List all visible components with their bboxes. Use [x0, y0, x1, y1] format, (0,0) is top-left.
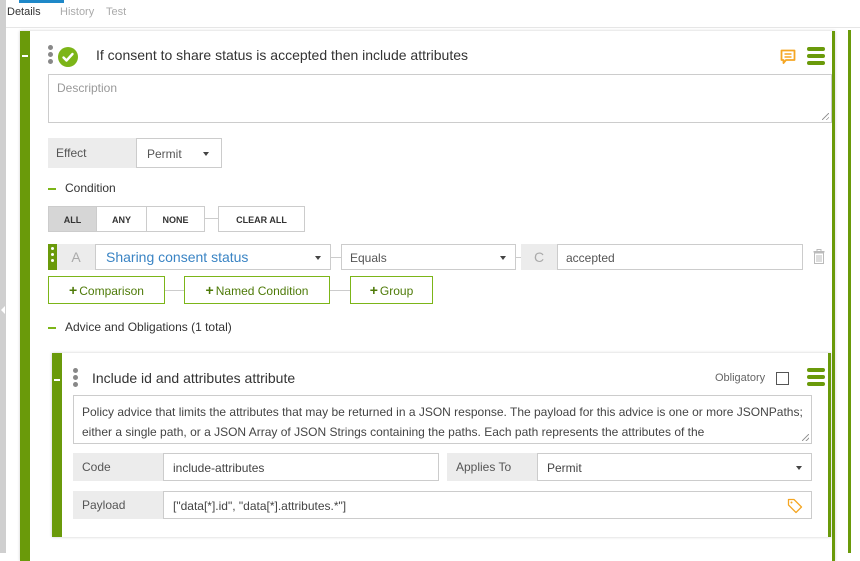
collapse-arrow-icon[interactable] — [1, 306, 5, 314]
logic-any-button[interactable]: ANY — [96, 206, 147, 232]
add-group-button[interactable]: + Group — [350, 276, 433, 304]
tab-bar: Details History Test — [6, 0, 860, 28]
logic-all-button[interactable]: ALL — [48, 206, 97, 232]
collapse-minus-icon[interactable] — [22, 55, 28, 57]
advice-card: Include id and attributes attribute Obli… — [52, 353, 831, 537]
code-label: Code — [73, 453, 163, 481]
advice-collapse-bar[interactable] — [52, 353, 62, 537]
add-comparison-button[interactable]: + Comparison — [48, 276, 165, 304]
advice-title[interactable]: Include id and attributes attribute — [92, 370, 295, 386]
advice-menu-icon[interactable] — [807, 368, 825, 389]
plus-icon: + — [369, 282, 378, 298]
chevron-down-icon — [500, 256, 506, 260]
rule-collapse-bar[interactable] — [20, 31, 30, 561]
connector-line — [205, 218, 218, 219]
advice-section-toggle[interactable]: Advice and Obligations (1 total) — [48, 320, 232, 334]
comment-icon[interactable] — [780, 49, 796, 70]
connector-line — [165, 290, 184, 291]
rule-right-border — [832, 31, 835, 561]
effect-label: Effect — [48, 138, 136, 168]
chevron-down-icon — [203, 152, 209, 156]
rule-card: If consent to share status is accepted t… — [20, 31, 835, 561]
applies-to-value: Permit — [547, 461, 582, 475]
obligatory-label: Obligatory — [715, 372, 766, 384]
attribute-value: Sharing consent status — [106, 249, 249, 265]
condition-value: accepted — [566, 251, 615, 265]
description-placeholder: Description — [57, 81, 118, 95]
active-tab-indicator — [19, 0, 64, 3]
advice-right-border — [828, 353, 831, 537]
advice-heading: Advice and Obligations (1 total) — [65, 320, 232, 334]
attribute-select[interactable]: Sharing consent status — [95, 244, 331, 270]
payload-input[interactable]: ["data[*].id", "data[*].attributes.*"] — [163, 491, 812, 519]
clear-all-button[interactable]: CLEAR ALL — [218, 206, 305, 232]
collapse-minus-icon — [48, 187, 56, 190]
applies-to-label: Applies To — [447, 453, 537, 481]
applies-to-select[interactable]: Permit — [537, 453, 812, 481]
add-named-condition-button[interactable]: + Named Condition — [184, 276, 330, 304]
rule-menu-icon[interactable] — [807, 47, 825, 68]
rule-description-field[interactable]: Description — [48, 74, 832, 123]
payload-value: ["data[*].id", "data[*].attributes.*"] — [173, 499, 347, 513]
condition-section-toggle[interactable]: Condition — [48, 181, 116, 195]
connector-line — [330, 290, 350, 291]
operator-select[interactable]: Equals — [341, 244, 516, 270]
advice-description-field[interactable]: Policy advice that limits the attributes… — [73, 395, 812, 444]
side-panel-collapse-rail[interactable] — [0, 0, 6, 553]
drag-handle-icon[interactable] — [48, 45, 54, 66]
tab-details[interactable]: Details — [7, 6, 41, 18]
condition-drag-handle-icon[interactable] — [48, 244, 57, 270]
chevron-down-icon — [796, 466, 802, 470]
advice-description: Policy advice that limits the attributes… — [82, 405, 803, 439]
code-value: include-attributes — [173, 461, 265, 475]
connector-line — [331, 257, 341, 258]
add-comparison-label: Comparison — [79, 284, 144, 298]
tab-history[interactable]: History — [60, 6, 94, 18]
check-circle-icon — [58, 47, 78, 67]
operator-value: Equals — [350, 251, 387, 265]
resize-handle-icon[interactable] — [822, 113, 829, 120]
code-input[interactable]: include-attributes — [163, 453, 439, 481]
effect-value: Permit — [147, 147, 182, 161]
obligatory-checkbox[interactable] — [776, 372, 789, 385]
left-operand-type[interactable]: A — [57, 244, 95, 270]
logic-none-button[interactable]: NONE — [146, 206, 205, 232]
tab-test[interactable]: Test — [106, 6, 126, 18]
trash-icon[interactable] — [813, 249, 825, 269]
effect-select[interactable]: Permit — [136, 138, 222, 168]
outer-right-border — [848, 30, 851, 553]
drag-handle-icon[interactable] — [73, 368, 79, 389]
tag-icon[interactable] — [787, 498, 803, 519]
condition-value-input[interactable]: accepted — [557, 244, 803, 270]
condition-heading: Condition — [65, 181, 116, 195]
payload-label: Payload — [73, 491, 163, 519]
rule-title[interactable]: If consent to share status is accepted t… — [96, 47, 468, 63]
right-operand-type[interactable]: C — [521, 244, 557, 270]
add-named-condition-label: Named Condition — [215, 284, 309, 298]
plus-icon: + — [69, 282, 78, 298]
chevron-down-icon — [315, 256, 321, 260]
plus-icon: + — [205, 282, 214, 298]
collapse-minus-icon[interactable] — [54, 379, 60, 381]
add-group-label: Group — [379, 284, 414, 298]
collapse-minus-icon — [48, 326, 56, 329]
resize-handle-icon[interactable] — [802, 434, 809, 441]
